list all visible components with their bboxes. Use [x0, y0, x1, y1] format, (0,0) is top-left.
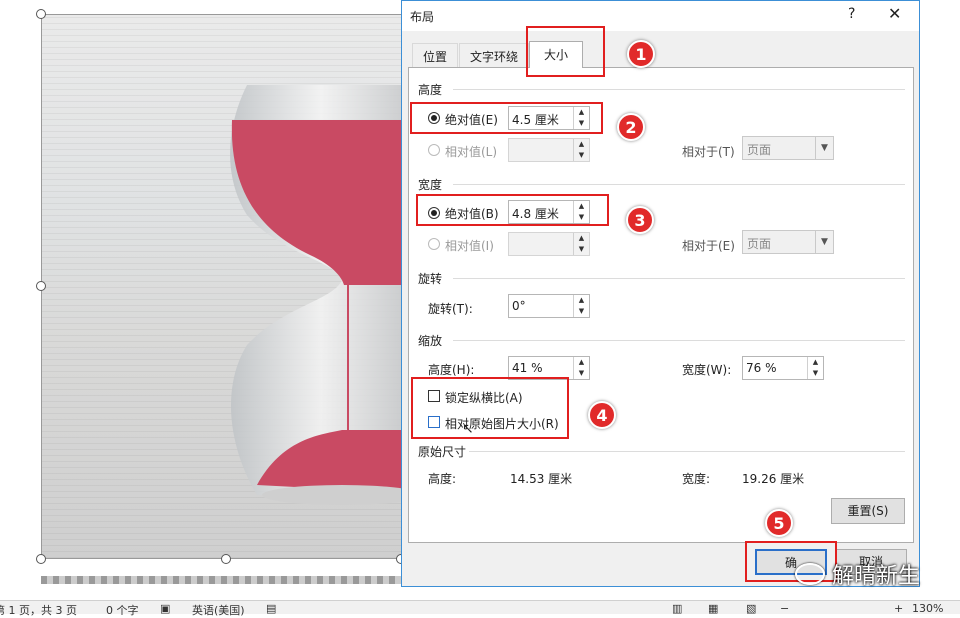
width-relative-to-value: 页面 — [747, 237, 772, 251]
annotation-badge: 4 — [588, 401, 616, 429]
scale-width-input[interactable]: 76 % ▲ ▼ — [742, 356, 824, 380]
rotation-input[interactable]: 0° ▲ ▼ — [508, 294, 590, 318]
scale-width-value: 76 % — [746, 361, 777, 375]
watermark-text: 解晴新生 — [832, 564, 921, 589]
width-relative-to-label: 相对于(E) — [682, 239, 735, 253]
height-relative-radio[interactable] — [428, 144, 440, 156]
spin-up-icon[interactable]: ▲ — [574, 233, 589, 244]
spin-down-icon[interactable]: ▼ — [808, 368, 823, 379]
rotation-value: 0° — [512, 299, 526, 313]
scale-height-label: 高度(H): — [428, 363, 475, 377]
annotation-badge: 1 — [627, 40, 655, 68]
resize-handle-bottom-mid[interactable] — [221, 554, 231, 564]
width-relative-radio[interactable] — [428, 238, 440, 250]
chevron-down-icon[interactable]: ▼ — [815, 231, 833, 253]
divider — [453, 184, 905, 185]
reset-button[interactable]: 重置(S) — [831, 498, 905, 524]
annotation-badge: 3 — [626, 206, 654, 234]
rotation-label: 旋转(T): — [428, 302, 473, 316]
annotation-box-width — [416, 194, 609, 226]
resize-handle-mid-left[interactable] — [36, 281, 46, 291]
divider — [469, 451, 905, 452]
tab-size[interactable]: 大小 — [529, 41, 584, 68]
close-icon[interactable]: ✕ — [888, 4, 901, 23]
divider — [453, 278, 905, 279]
selected-picture[interactable] — [41, 14, 411, 559]
status-bar: 第 1 页，共 3 页 0 个字 ▣ 英语(美国) ▤ ▥ ▦ ▧ − + 13… — [0, 600, 960, 617]
rotation-section-title: 旋转 — [418, 272, 443, 286]
original-height-label: 高度: — [428, 472, 457, 486]
height-section-title: 高度 — [418, 83, 443, 97]
annotation-box-height — [410, 102, 603, 134]
divider — [453, 89, 905, 90]
document-canvas: 第 1 页，共 3 页 0 个字 ▣ 英语(美国) ▤ ▥ ▦ ▧ − + 13… — [0, 0, 960, 617]
annotation-box-checkboxes — [411, 377, 569, 439]
size-tab-panel: 高度 绝对值(E) 4.5 厘米 ▲ ▼ 相对值(L) ▲ ▼ 相对于(T) 页面 … — [408, 67, 914, 543]
dialog-titlebar[interactable]: 布局 ? ✕ — [402, 1, 919, 31]
chevron-down-icon[interactable]: ▼ — [815, 137, 833, 159]
spin-down-icon[interactable]: ▼ — [574, 150, 589, 161]
help-icon[interactable]: ? — [848, 6, 855, 22]
height-relative-to-label: 相对于(T) — [682, 145, 735, 159]
width-relative-spinner[interactable]: ▲ ▼ — [573, 233, 589, 255]
scale-width-label: 宽度(W): — [682, 363, 732, 377]
width-relative-label[interactable]: 相对值(I) — [445, 237, 494, 254]
language-indicator[interactable]: 英语(美国) — [192, 602, 245, 618]
spin-down-icon[interactable]: ▼ — [574, 368, 589, 379]
spin-up-icon[interactable]: ▲ — [574, 139, 589, 150]
original-height-value: 14.53 厘米 — [510, 472, 573, 486]
rotation-spinner[interactable]: ▲ ▼ — [573, 295, 589, 317]
scale-height-spinner[interactable]: ▲ ▼ — [573, 357, 589, 379]
word-count[interactable]: 0 个字 — [106, 602, 139, 618]
mouse-cursor-icon: ↖ — [462, 421, 474, 437]
scale-width-spinner[interactable]: ▲ ▼ — [807, 357, 823, 379]
zoom-level[interactable]: 130% — [912, 602, 943, 615]
original-width-value: 19.26 厘米 — [742, 472, 805, 486]
zoom-out-icon[interactable]: − — [780, 602, 789, 615]
height-relative-to-value: 页面 — [747, 143, 772, 157]
width-relative-to-select[interactable]: 页面 ▼ — [742, 230, 834, 254]
proofing-icon[interactable]: ▣ — [160, 602, 170, 615]
spin-up-icon[interactable]: ▲ — [574, 295, 589, 306]
wechat-logo-icon — [795, 563, 825, 585]
resize-handle-top-left[interactable] — [36, 9, 46, 19]
annotation-badge: 2 — [617, 113, 645, 141]
tab-text-wrap[interactable]: 文字环绕 — [459, 43, 530, 67]
layout-dialog: 布局 ? ✕ 位置 文字环绕 大小 高度 绝对值(E) 4.5 厘米 ▲ ▼ 相对… — [401, 0, 920, 587]
width-section-title: 宽度 — [418, 178, 443, 192]
height-relative-label[interactable]: 相对值(L) — [445, 143, 497, 160]
width-relative-input[interactable]: ▲ ▼ — [508, 232, 590, 256]
spin-down-icon[interactable]: ▼ — [574, 306, 589, 317]
original-size-section-title: 原始尺寸 — [418, 445, 467, 459]
scale-section-title: 缩放 — [418, 334, 443, 348]
height-relative-to-select[interactable]: 页面 ▼ — [742, 136, 834, 160]
tab-position[interactable]: 位置 — [412, 43, 459, 67]
web-layout-icon[interactable]: ▧ — [746, 602, 756, 615]
height-relative-input[interactable]: ▲ ▼ — [508, 138, 590, 162]
page-count[interactable]: 第 1 页，共 3 页 — [0, 602, 77, 618]
read-mode-icon[interactable]: ▥ — [672, 602, 682, 615]
dialog-title: 布局 — [410, 10, 435, 24]
original-width-label: 宽度: — [682, 472, 711, 486]
zoom-in-icon[interactable]: + — [894, 602, 903, 615]
resize-handle-bottom-left[interactable] — [36, 554, 46, 564]
spin-up-icon[interactable]: ▲ — [574, 357, 589, 368]
annotation-badge: 5 — [765, 509, 793, 537]
spin-down-icon[interactable]: ▼ — [574, 244, 589, 255]
macro-icon[interactable]: ▤ — [266, 602, 276, 615]
next-image-strip — [41, 576, 401, 584]
height-relative-spinner[interactable]: ▲ ▼ — [573, 139, 589, 161]
divider — [453, 340, 905, 341]
scale-height-value: 41 % — [512, 361, 543, 375]
hourglass-image — [230, 85, 410, 505]
print-layout-icon[interactable]: ▦ — [708, 602, 718, 615]
spin-up-icon[interactable]: ▲ — [808, 357, 823, 368]
